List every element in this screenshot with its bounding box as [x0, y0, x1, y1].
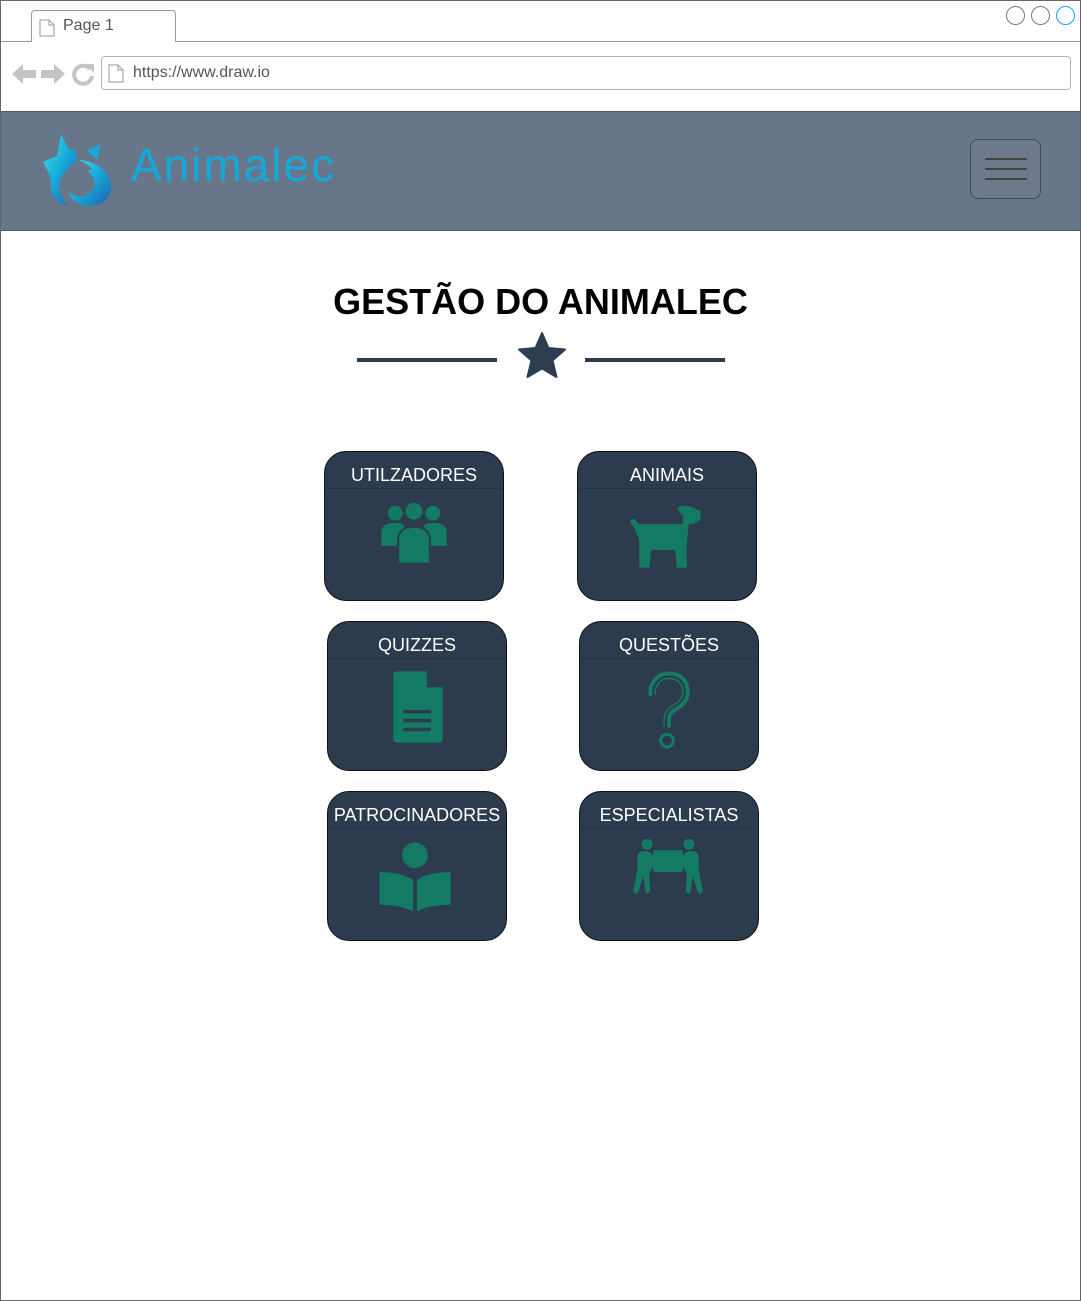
page-icon — [108, 64, 124, 83]
star-icon — [518, 332, 566, 378]
divider-line-right — [585, 358, 725, 362]
card-utilizadores[interactable]: UTILZADORES — [324, 451, 504, 601]
card-animais[interactable]: ANIMAIS — [577, 451, 757, 601]
fox-logo-icon[interactable] — [39, 130, 115, 208]
users-group-icon — [381, 500, 447, 565]
tab-bar: Page 1 — [1, 1, 1080, 42]
back-arrow-icon[interactable] — [11, 62, 37, 86]
url-field[interactable]: https://www.draw.io — [101, 56, 1071, 90]
reader-book-icon — [379, 842, 451, 912]
document-icon — [39, 19, 55, 37]
document-icon — [393, 671, 443, 743]
card-label: QUESTÕES — [580, 622, 758, 659]
maximize-button[interactable] — [1031, 6, 1050, 25]
people-carrying-box-icon — [633, 838, 703, 894]
card-label: QUIZZES — [328, 622, 506, 659]
hamburger-line — [985, 158, 1027, 160]
card-especialistas[interactable]: ESPECIALISTAS — [579, 791, 759, 941]
hamburger-menu-button[interactable] — [970, 139, 1041, 199]
card-patrocinadores[interactable]: PATROCINADORES — [327, 791, 507, 941]
page-title: GESTÃO DO ANIMALEC — [333, 281, 748, 322]
browser-window: Page 1 https://www.draw.io Animalec GEST… — [0, 0, 1081, 1301]
card-label: ANIMAIS — [578, 452, 756, 489]
divider-line-left — [357, 358, 497, 362]
card-label: ESPECIALISTAS — [580, 792, 758, 829]
card-quizzes[interactable]: QUIZZES — [327, 621, 507, 771]
close-button[interactable] — [1056, 6, 1075, 25]
url-text: https://www.draw.io — [133, 64, 270, 81]
card-label: UTILZADORES — [325, 452, 503, 489]
tab-page-1[interactable]: Page 1 — [31, 10, 176, 42]
minimize-button[interactable] — [1006, 6, 1025, 25]
app-header: Animalec — [1, 111, 1080, 231]
forward-arrow-icon[interactable] — [40, 62, 66, 86]
hamburger-line — [985, 168, 1027, 170]
brand-name[interactable]: Animalec — [131, 138, 336, 192]
reload-icon[interactable] — [71, 62, 95, 86]
question-mark-icon — [648, 671, 690, 749]
hamburger-line — [985, 178, 1027, 180]
address-bar-row: https://www.draw.io — [1, 42, 1080, 111]
tab-label: Page 1 — [63, 17, 114, 34]
card-questoes[interactable]: QUESTÕES — [579, 621, 759, 771]
dog-icon — [630, 504, 701, 568]
card-label: PATROCINADORES — [328, 792, 506, 829]
